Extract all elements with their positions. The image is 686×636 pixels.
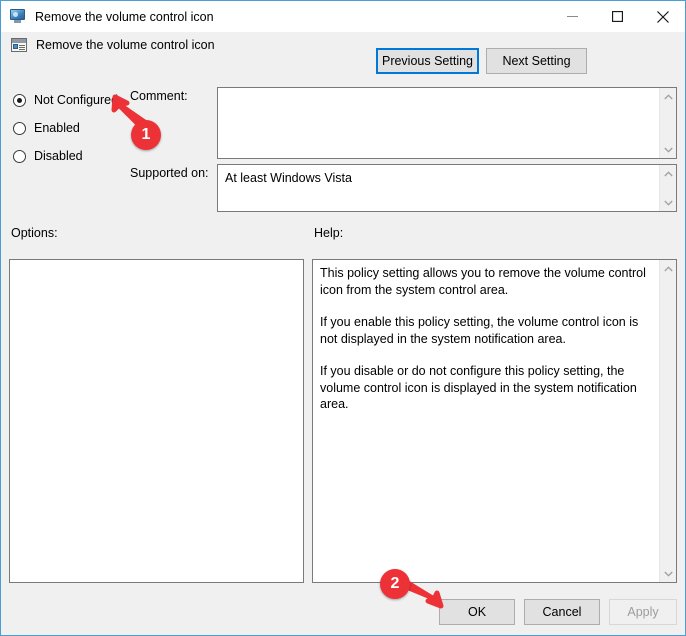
options-panel[interactable] — [9, 259, 304, 583]
previous-setting-button[interactable]: Previous Setting — [376, 48, 479, 74]
radio-not-configured[interactable]: Not Configured — [13, 91, 118, 109]
minimize-icon[interactable] — [550, 1, 595, 32]
radio-label: Not Configured — [34, 93, 119, 107]
next-setting-button[interactable]: Next Setting — [486, 48, 587, 74]
comment-label: Comment: — [130, 89, 188, 103]
radio-label: Disabled — [34, 149, 83, 163]
chevron-up-icon[interactable] — [660, 260, 676, 277]
supported-on-label: Supported on: — [130, 166, 209, 180]
annotation-arrow-2 — [396, 577, 444, 609]
chevron-up-icon[interactable] — [660, 88, 676, 105]
window-title: Remove the volume control icon — [35, 9, 214, 24]
radio-mark-icon — [13, 93, 26, 107]
supported-on-value: At least Windows Vista — [225, 171, 352, 185]
window-controls — [550, 1, 685, 32]
help-content: This policy setting allows you to remove… — [313, 260, 659, 582]
help-scrollbar[interactable] — [659, 260, 676, 582]
options-content — [10, 260, 303, 582]
help-paragraph: If you enable this policy setting, the v… — [320, 315, 639, 346]
radio-label: Enabled — [34, 121, 80, 135]
help-panel: This policy setting allows you to remove… — [312, 259, 677, 583]
help-paragraph: If you disable or do not configure this … — [320, 364, 637, 411]
close-icon[interactable] — [640, 1, 685, 32]
cancel-button[interactable]: Cancel — [524, 599, 600, 625]
supported-on-input[interactable]: At least Windows Vista — [217, 164, 677, 212]
chevron-down-icon[interactable] — [660, 565, 676, 582]
help-label: Help: — [314, 226, 344, 240]
policy-setting-dialog: Remove the volume control icon Remove th… — [0, 0, 686, 636]
comment-value — [218, 88, 659, 158]
supported-on-scrollbar[interactable] — [659, 165, 676, 211]
annotation-badge-1: 1 — [131, 120, 161, 150]
radio-mark-icon — [13, 149, 26, 163]
monitor-icon — [10, 9, 27, 24]
radio-mark-icon — [13, 121, 26, 135]
comment-scrollbar[interactable] — [659, 88, 676, 158]
maximize-icon[interactable] — [595, 1, 640, 32]
help-paragraph: This policy setting allows you to remove… — [320, 266, 646, 297]
radio-disabled[interactable]: Disabled — [13, 147, 83, 165]
options-label: Options: — [11, 226, 58, 240]
ok-button[interactable]: OK — [439, 599, 515, 625]
chevron-down-icon[interactable] — [660, 194, 676, 211]
radio-enabled[interactable]: Enabled — [13, 119, 80, 137]
setting-name: Remove the volume control icon — [36, 38, 215, 52]
chevron-down-icon[interactable] — [660, 141, 676, 158]
group-policy-setting-icon — [11, 37, 28, 53]
apply-button: Apply — [609, 599, 677, 625]
comment-input[interactable] — [217, 87, 677, 159]
chevron-up-icon[interactable] — [660, 165, 676, 182]
title-bar: Remove the volume control icon — [1, 1, 685, 32]
